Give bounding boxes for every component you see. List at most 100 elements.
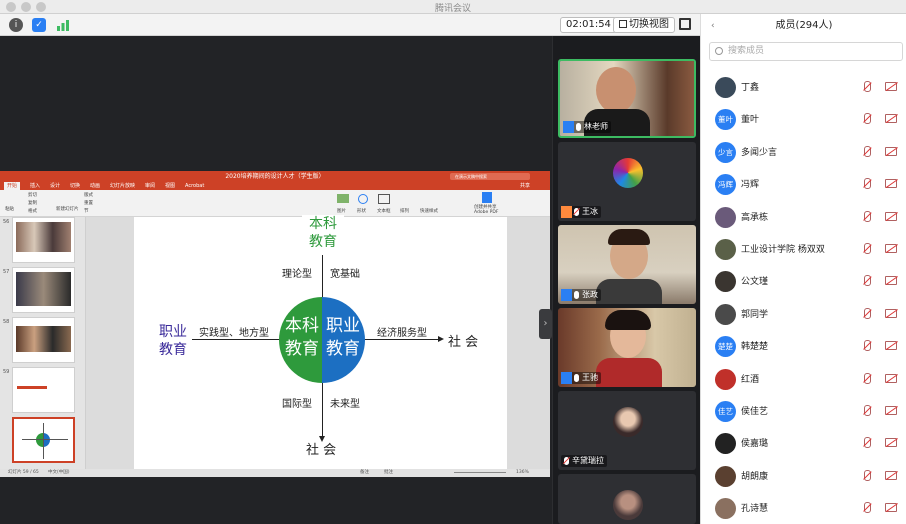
- ppt-tab-view[interactable]: 视图: [165, 182, 175, 190]
- microphone-muted-icon[interactable]: [864, 145, 871, 157]
- participant-name: 王冰: [582, 207, 598, 216]
- ppt-share-button[interactable]: 共享: [520, 182, 530, 190]
- camera-off-icon[interactable]: [885, 114, 897, 124]
- microphone-muted-icon[interactable]: [864, 340, 871, 352]
- slide-thumbnail-56[interactable]: [12, 217, 75, 263]
- camera-off-icon[interactable]: [885, 276, 897, 286]
- ppt-tab-insert[interactable]: 插入: [30, 182, 40, 190]
- slide-thumbnail-59[interactable]: [12, 367, 75, 413]
- video-tile[interactable]: 王冰: [558, 142, 696, 221]
- video-tile[interactable]: 林老师: [558, 59, 696, 138]
- ribbon-paste-button[interactable]: 粘贴: [5, 206, 14, 212]
- ribbon-create-pdf-button[interactable]: 创建并共享 Adobe PDF: [474, 204, 504, 215]
- fullscreen-icon[interactable]: [679, 18, 691, 30]
- ppt-tab-acrobat[interactable]: Acrobat: [185, 182, 204, 190]
- camera-off-icon[interactable]: [885, 244, 897, 253]
- ribbon-cut-button[interactable]: 剪切: [28, 192, 37, 198]
- camera-off-icon[interactable]: [885, 179, 897, 189]
- camera-off-icon[interactable]: [885, 82, 897, 91]
- member-row[interactable]: 高承栋: [701, 201, 906, 233]
- collapse-videos-chevron-icon[interactable]: ›: [539, 309, 552, 339]
- member-name: 红酒: [741, 374, 760, 385]
- member-row[interactable]: 郭同学: [701, 298, 906, 330]
- ppt-tab-design[interactable]: 设计: [50, 182, 60, 190]
- video-tile[interactable]: [558, 474, 696, 524]
- camera-off-icon[interactable]: [885, 146, 897, 156]
- member-search-placeholder: 搜索成员: [728, 46, 765, 56]
- zoom-slider[interactable]: [454, 472, 506, 473]
- comments-button[interactable]: 批注: [384, 469, 393, 477]
- ribbon-reset-button[interactable]: 重置: [84, 200, 93, 206]
- zoom-level: 136%: [516, 470, 529, 475]
- security-shield-icon[interactable]: ✓: [32, 18, 46, 32]
- camera-off-icon[interactable]: [885, 438, 897, 448]
- ppt-tab-slideshow[interactable]: 幻灯片放映: [110, 182, 135, 190]
- ppt-search-input[interactable]: 在演示文稿中搜索: [450, 173, 530, 180]
- microphone-muted-icon[interactable]: [864, 178, 871, 190]
- member-search-input[interactable]: 搜索成员: [709, 42, 903, 61]
- member-row[interactable]: 红酒: [701, 363, 906, 395]
- member-row[interactable]: 胡朗康: [701, 460, 906, 492]
- slide-thumbnail-58[interactable]: [12, 317, 75, 363]
- microphone-muted-icon[interactable]: [864, 243, 871, 254]
- member-row[interactable]: 少言 多闻少言: [701, 136, 906, 168]
- slide-counter: 幻灯片 59 / 65: [8, 470, 39, 475]
- ribbon-copy-button[interactable]: 复制: [28, 200, 37, 206]
- microphone-muted-icon[interactable]: [864, 437, 871, 449]
- microphone-muted-icon[interactable]: [864, 502, 871, 514]
- signal-icon[interactable]: [56, 18, 70, 32]
- ribbon-section-button[interactable]: 节: [84, 208, 89, 214]
- member-name: 侯嘉璐: [741, 439, 769, 450]
- member-row[interactable]: 佳艺 侯佳艺: [701, 395, 906, 427]
- member-name: 公文瑾: [741, 277, 769, 288]
- ribbon-new-slide-button[interactable]: 新建幻灯片: [56, 206, 79, 212]
- ribbon-format-button[interactable]: 格式: [28, 208, 37, 214]
- video-tile[interactable]: 王驰: [558, 308, 696, 387]
- member-row[interactable]: 侯嘉璐: [701, 427, 906, 459]
- switch-view-button[interactable]: 切换视图: [613, 17, 675, 33]
- member-row[interactable]: 孔诗慧: [701, 492, 906, 524]
- notes-button[interactable]: 备注: [360, 469, 369, 477]
- camera-off-icon[interactable]: [885, 406, 897, 415]
- member-row[interactable]: 董叶 董叶: [701, 103, 906, 135]
- ribbon-layout-button[interactable]: 版式: [84, 192, 93, 198]
- camera-off-icon[interactable]: [885, 308, 897, 318]
- member-row[interactable]: 工业设计学院 杨双双: [701, 233, 906, 265]
- member-row[interactable]: 公文瑾: [701, 265, 906, 297]
- slide-thumbnail-57[interactable]: [12, 267, 75, 313]
- info-icon[interactable]: i: [9, 18, 23, 32]
- ribbon-shape-button[interactable]: 形状: [357, 208, 366, 214]
- ppt-tab-review[interactable]: 审阅: [145, 182, 155, 190]
- microphone-muted-icon[interactable]: [864, 113, 871, 125]
- member-row[interactable]: 丁鑫: [701, 71, 906, 103]
- camera-off-icon[interactable]: [885, 211, 897, 221]
- ppt-tab-home[interactable]: 开始: [4, 182, 21, 190]
- camera-off-icon[interactable]: [885, 503, 897, 513]
- microphone-muted-icon[interactable]: [864, 210, 871, 222]
- microphone-muted-icon[interactable]: [864, 81, 871, 92]
- ribbon-picture-button[interactable]: 图片: [337, 208, 346, 214]
- slide-thumbnail-current[interactable]: [12, 417, 75, 463]
- participant-name-tag: 王冰: [561, 206, 601, 218]
- microphone-muted-icon[interactable]: [864, 307, 871, 319]
- camera-off-icon[interactable]: [885, 470, 897, 480]
- microphone-muted-icon[interactable]: [864, 372, 871, 384]
- video-tile[interactable]: 辛黛瑞拉: [558, 391, 696, 470]
- microphone-muted-icon[interactable]: [864, 405, 871, 416]
- ribbon-arrange-button[interactable]: 排列: [400, 208, 409, 214]
- camera-off-icon[interactable]: [885, 341, 897, 351]
- ribbon-textbox-button[interactable]: 文本框: [377, 208, 391, 214]
- right-label-society: 社 会: [448, 335, 479, 350]
- camera-off-icon[interactable]: [885, 373, 897, 383]
- video-tile[interactable]: 张政: [558, 225, 696, 304]
- ppt-tab-transitions[interactable]: 切换: [70, 182, 80, 190]
- ppt-ribbon-tabs: 开始 插入 设计 切换 动画 幻灯片放映 审阅 视图 Acrobat 共享: [0, 182, 550, 190]
- grid-view-icon: [619, 20, 627, 28]
- member-name: 冯辉: [741, 180, 760, 191]
- ppt-tab-animations[interactable]: 动画: [90, 182, 100, 190]
- member-row[interactable]: 冯辉 冯辉: [701, 168, 906, 200]
- member-row[interactable]: 楚楚 韩楚楚: [701, 330, 906, 362]
- microphone-muted-icon[interactable]: [864, 275, 871, 287]
- ribbon-quick-styles-button[interactable]: 快速样式: [420, 208, 438, 214]
- microphone-muted-icon[interactable]: [864, 469, 871, 481]
